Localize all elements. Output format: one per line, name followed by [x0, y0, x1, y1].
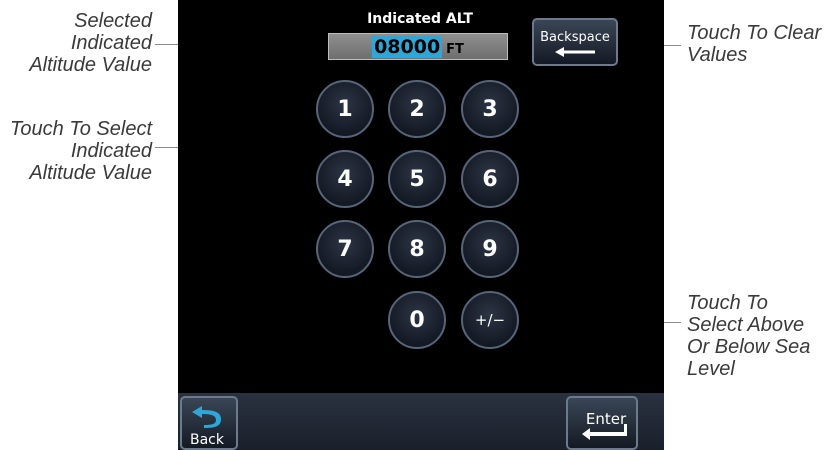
- key-4[interactable]: 4: [316, 150, 374, 208]
- backspace-button[interactable]: Backspace: [532, 18, 618, 66]
- key-5[interactable]: 5: [388, 150, 446, 208]
- enter-button[interactable]: Enter: [566, 396, 638, 450]
- keypad-screen: Indicated ALT 08000 FT Backspace 1 2 3 4 …: [178, 0, 664, 450]
- altitude-value: 08000: [372, 36, 443, 58]
- back-label: Back: [190, 432, 224, 448]
- callout-select-altitude-value: Touch To Select Indicated Altitude Value: [10, 118, 152, 184]
- back-button[interactable]: Back: [180, 396, 238, 450]
- callout-clear-values: Touch To Clear Values: [687, 22, 822, 66]
- enter-arrow-icon: [582, 424, 627, 440]
- key-8[interactable]: 8: [388, 220, 446, 278]
- key-9[interactable]: 9: [461, 220, 519, 278]
- key-0[interactable]: 0: [388, 291, 446, 349]
- plus-minus-key[interactable]: +/−: [461, 291, 519, 349]
- key-2[interactable]: 2: [388, 80, 446, 138]
- callout-selected-altitude-value: Selected Indicated Altitude Value: [29, 10, 152, 76]
- back-arrow-icon: [192, 406, 221, 428]
- backspace-label: Backspace: [540, 30, 610, 45]
- backspace-arrow-icon: [555, 47, 595, 57]
- altitude-unit: FT: [446, 42, 464, 57]
- field-title: Indicated ALT: [367, 11, 473, 27]
- key-6[interactable]: 6: [461, 150, 519, 208]
- altitude-value-display: 08000 FT: [328, 33, 508, 60]
- key-1[interactable]: 1: [316, 80, 374, 138]
- callout-sea-level: Touch To Select Above Or Below Sea Level: [687, 292, 811, 380]
- key-7[interactable]: 7: [316, 220, 374, 278]
- key-3[interactable]: 3: [461, 80, 519, 138]
